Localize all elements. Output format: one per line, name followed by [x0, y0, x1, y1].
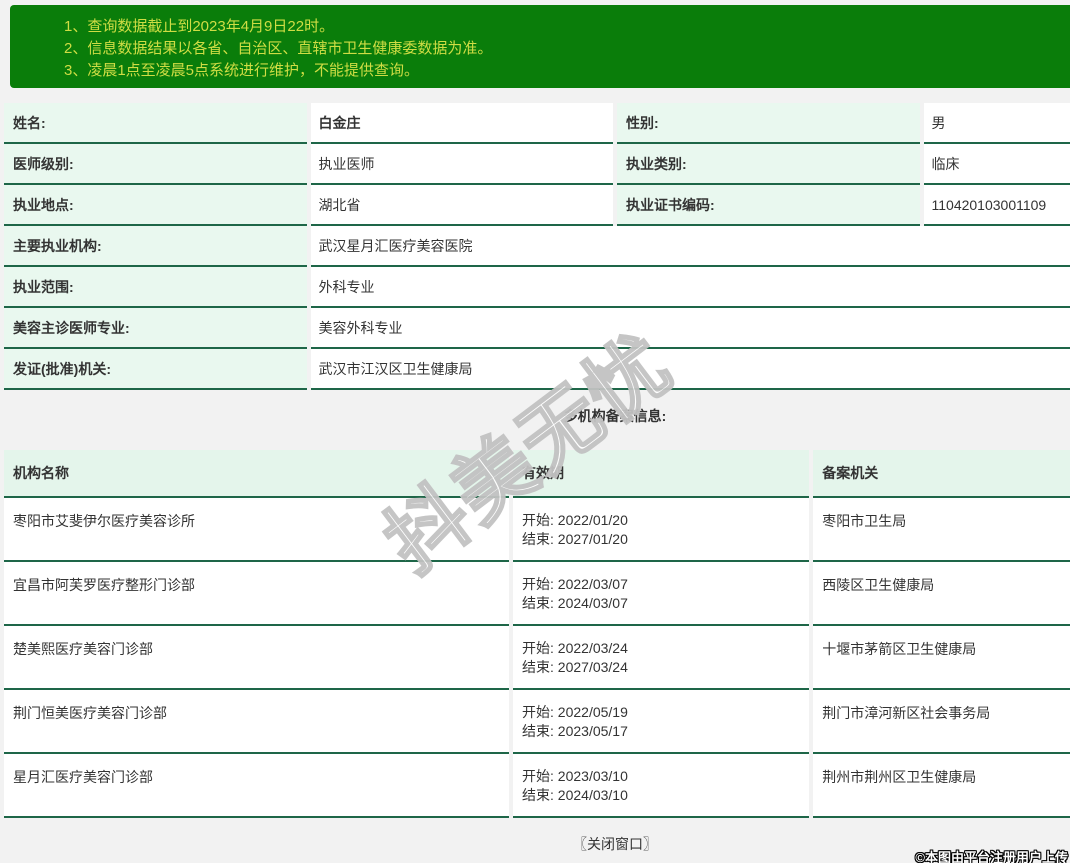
practice-scope-value: 外科专业 — [310, 267, 1070, 308]
name-value: 白金庄 — [310, 103, 613, 144]
filing-authority: 十堰市茅箭区卫生健康局 — [813, 626, 1070, 690]
footer: 〖关闭窗口〗 — [0, 818, 1070, 854]
filing-authority: 枣阳市卫生局 — [813, 498, 1070, 562]
table-row: 楚美熙医疗美容门诊部 开始: 2022/03/24 结束: 2027/03/24… — [4, 626, 1070, 690]
practice-category-value: 临床 — [923, 144, 1070, 185]
institution-name: 星月汇医疗美容门诊部 — [4, 754, 510, 818]
notice-line-3: 3、凌晨1点至凌晨5点系统进行维护，不能提供查询。 — [64, 62, 420, 79]
table-row: 荆门恒美医疗美容门诊部 开始: 2022/05/19 结束: 2023/05/1… — [4, 690, 1070, 754]
table-row: 姓名: 白金庄 性别: 男 — [4, 103, 1070, 144]
institution-name: 枣阳市艾斐伊尔医疗美容诊所 — [4, 498, 510, 562]
table-row: 星月汇医疗美容门诊部 开始: 2023/03/10 结束: 2024/03/10… — [4, 754, 1070, 818]
institution-name: 宜昌市阿芙罗医疗整形门诊部 — [4, 562, 510, 626]
issuing-authority-label: 发证(批准)机关: — [4, 349, 307, 390]
multi-institution-table: 机构名称 有效期 备案机关 枣阳市艾斐伊尔医疗美容诊所 开始: 2022/01/… — [0, 450, 1070, 818]
gender-value: 男 — [923, 103, 1070, 144]
practice-scope-label: 执业范围: — [4, 267, 307, 308]
column-header-institution-name: 机构名称 — [4, 450, 510, 498]
table-header-row: 机构名称 有效期 备案机关 — [4, 450, 1070, 498]
table-row: 执业地点: 湖北省 执业证书编码: 110420103001109 — [4, 185, 1070, 226]
notice-line-1: 1、查询数据截止到2023年4月9日22时。 — [64, 18, 335, 35]
validity-period: 开始: 2023/03/10 结束: 2024/03/10 — [513, 754, 810, 818]
table-row: 美容主诊医师专业: 美容外科专业 — [4, 308, 1070, 349]
validity-start: 开始: 2022/05/19 — [522, 704, 628, 720]
certificate-number-value: 110420103001109 — [923, 185, 1070, 226]
validity-end: 结束: 2024/03/10 — [522, 787, 628, 803]
validity-end: 结束: 2027/01/20 — [522, 531, 628, 547]
table-row: 医师级别: 执业医师 执业类别: 临床 — [4, 144, 1070, 185]
validity-start: 开始: 2022/03/07 — [522, 576, 628, 592]
gender-label: 性别: — [617, 103, 920, 144]
notice-line-2: 2、信息数据结果以各省、自治区、直辖市卫生健康委数据为准。 — [64, 40, 493, 57]
main-institution-value: 武汉星月汇医疗美容医院 — [310, 226, 1070, 267]
validity-period: 开始: 2022/03/24 结束: 2027/03/24 — [513, 626, 810, 690]
table-row: 枣阳市艾斐伊尔医疗美容诊所 开始: 2022/01/20 结束: 2027/01… — [4, 498, 1070, 562]
certificate-number-label: 执业证书编码: — [617, 185, 920, 226]
table-row: 主要执业机构: 武汉星月汇医疗美容医院 — [4, 226, 1070, 267]
doctor-info-table: 姓名: 白金庄 性别: 男 医师级别: 执业医师 执业类别: 临床 执业地点: … — [0, 103, 1070, 390]
validity-start: 开始: 2023/03/10 — [522, 768, 628, 784]
issuing-authority-value: 武汉市江汉区卫生健康局 — [310, 349, 1070, 390]
cosmetic-specialty-value: 美容外科专业 — [310, 308, 1070, 349]
doctor-level-value: 执业医师 — [310, 144, 613, 185]
practice-category-label: 执业类别: — [617, 144, 920, 185]
validity-end: 结束: 2027/03/24 — [522, 659, 628, 675]
filing-authority: 西陵区卫生健康局 — [813, 562, 1070, 626]
filing-authority: 荆门市漳河新区社会事务局 — [813, 690, 1070, 754]
practice-location-label: 执业地点: — [4, 185, 307, 226]
close-window-link[interactable]: 〖关闭窗口〗 — [573, 836, 657, 852]
validity-end: 结束: 2024/03/07 — [522, 595, 628, 611]
institution-name: 荆门恒美医疗美容门诊部 — [4, 690, 510, 754]
validity-period: 开始: 2022/01/20 结束: 2027/01/20 — [513, 498, 810, 562]
table-row: 发证(批准)机关: 武汉市江汉区卫生健康局 — [4, 349, 1070, 390]
column-header-validity-period: 有效期 — [513, 450, 810, 498]
institution-name: 楚美熙医疗美容门诊部 — [4, 626, 510, 690]
validity-end: 结束: 2023/05/17 — [522, 723, 628, 739]
table-row: 执业范围: 外科专业 — [4, 267, 1070, 308]
validity-start: 开始: 2022/01/20 — [522, 512, 628, 528]
practice-location-value: 湖北省 — [310, 185, 613, 226]
column-header-filing-authority: 备案机关 — [813, 450, 1070, 498]
main-institution-label: 主要执业机构: — [4, 226, 307, 267]
multi-institution-section-title: 多机构备案信息: — [563, 408, 667, 424]
page-container: 1、查询数据截止到2023年4月9日22时。 2、信息数据结果以各省、自治区、直… — [0, 5, 1070, 854]
notice-box: 1、查询数据截止到2023年4月9日22时。 2、信息数据结果以各省、自治区、直… — [10, 5, 1070, 88]
cosmetic-specialty-label: 美容主诊医师专业: — [4, 308, 307, 349]
name-label: 姓名: — [4, 103, 307, 144]
validity-start: 开始: 2022/03/24 — [522, 640, 628, 656]
table-row: 宜昌市阿芙罗医疗整形门诊部 开始: 2022/03/07 结束: 2024/03… — [4, 562, 1070, 626]
validity-period: 开始: 2022/03/07 结束: 2024/03/07 — [513, 562, 810, 626]
copyright-watermark: ©本图由平台注册用户上传 — [915, 850, 1068, 863]
filing-authority: 荆州市荆州区卫生健康局 — [813, 754, 1070, 818]
validity-period: 开始: 2022/05/19 结束: 2023/05/17 — [513, 690, 810, 754]
doctor-level-label: 医师级别: — [4, 144, 307, 185]
